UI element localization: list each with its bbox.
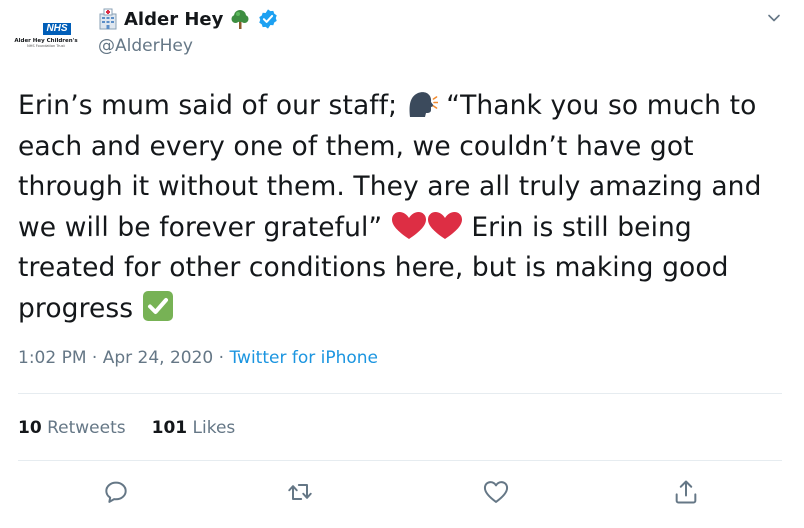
retweets-label: Retweets [47, 418, 126, 438]
likes-label: Likes [192, 418, 236, 438]
tweet-line: treated for other conditions here, but i… [18, 252, 729, 283]
nhs-logo: NHS [43, 23, 71, 35]
tweet-text-fragment: “Thank you so much to [446, 90, 757, 121]
author-handle[interactable]: @AlderHey [98, 36, 193, 56]
retweet-icon[interactable] [286, 478, 314, 506]
tweet-line: we will be forever grateful” Erin is sti… [18, 208, 788, 249]
display-name[interactable]: Alder Hey [124, 9, 223, 30]
tweet-source-link[interactable]: Twitter for iPhone [229, 348, 378, 368]
divider [18, 460, 782, 461]
chevron-down-icon[interactable] [766, 10, 782, 26]
tweet-stats: 10 Retweets 101 Likes [18, 418, 235, 438]
tweet-date[interactable]: Apr 24, 2020 [103, 348, 214, 368]
tweet-actions [0, 478, 804, 514]
hospital-icon [99, 8, 117, 30]
tweet-text-fragment: progress [18, 292, 134, 324]
tweet-meta: 1:02 PM · Apr 24, 2020 · Twitter for iPh… [18, 348, 378, 368]
avatar-org-sub: NHS Foundation Trust [27, 44, 65, 48]
tweet-line: through it without them. They are all tr… [18, 171, 762, 202]
likes-stat[interactable]: 101 Likes [152, 418, 236, 438]
like-icon[interactable] [482, 478, 510, 506]
speaking-head-icon [409, 92, 438, 117]
tweet-line: progress [18, 289, 788, 330]
tweet-line: each and every one of them, we couldn’t … [18, 130, 694, 162]
verified-icon [259, 9, 278, 29]
meta-separator: · [213, 348, 230, 368]
tweet-text-fragment: Erin is still being [471, 211, 692, 243]
likes-count: 101 [151, 418, 188, 438]
share-icon[interactable] [672, 478, 700, 506]
tweet-time[interactable]: 1:02 PM [18, 348, 87, 368]
divider [18, 393, 782, 394]
author-name-row[interactable]: Alder Hey [98, 8, 279, 30]
tree-icon [231, 10, 249, 29]
red-heart-icon [391, 211, 426, 239]
meta-separator: · [86, 348, 103, 368]
tweet-text-fragment: Erin’s mum said of our staff; [18, 90, 406, 121]
retweets-count: 10 [18, 418, 42, 438]
tweet-text: Erin’s mum said of our staff; “Thank you… [18, 86, 788, 329]
retweets-stat[interactable]: 10 Retweets [18, 418, 126, 438]
avatar[interactable]: NHS Alder Hey Children's NHS Foundation … [10, 6, 82, 66]
red-heart-icon [427, 211, 462, 239]
tweet-text-fragment: we will be forever grateful” [18, 211, 391, 243]
check-mark-button-icon [142, 290, 173, 321]
tweet-line: Erin’s mum said of our staff; “Thank you… [18, 86, 788, 127]
reply-icon[interactable] [102, 478, 130, 506]
